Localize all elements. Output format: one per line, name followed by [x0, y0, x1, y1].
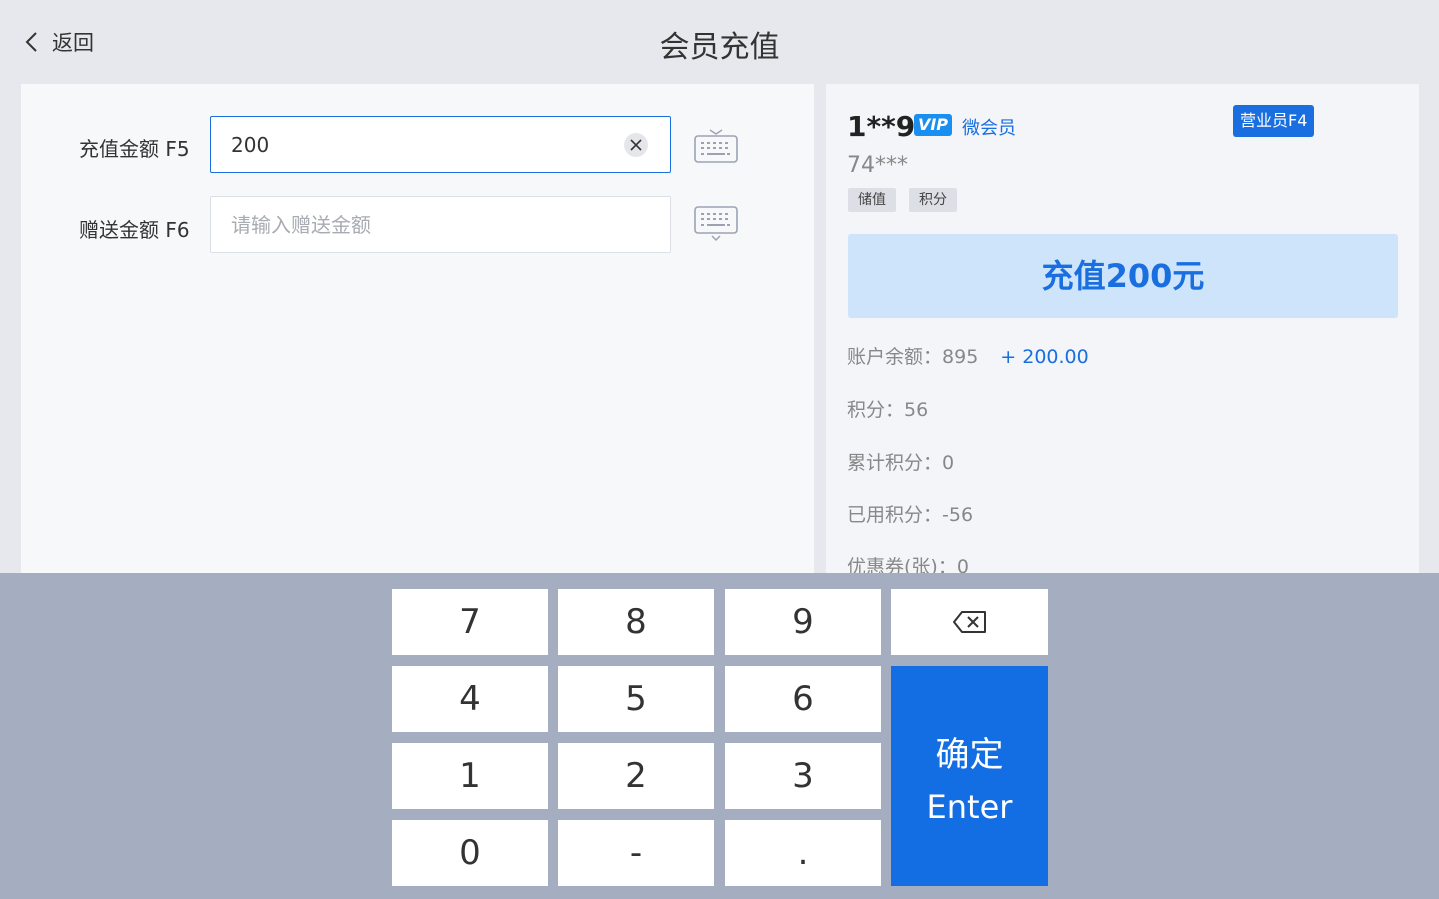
used-points-row: 已用积分：-56	[847, 500, 973, 527]
points-label: 积分：	[847, 399, 905, 421]
total-points-value: 0	[942, 452, 955, 474]
recharge-summary-banner: 充值200元	[848, 234, 1398, 318]
gift-amount-label: 赠送金额 F6	[79, 218, 190, 242]
keyboard-icon[interactable]	[694, 204, 738, 242]
key-dot[interactable]: .	[725, 820, 881, 886]
key-0[interactable]: 0	[392, 820, 548, 886]
gift-amount-input[interactable]	[211, 197, 651, 252]
close-icon	[630, 139, 642, 151]
page-title: 会员充值	[659, 30, 780, 65]
member-info-panel: 1**9 VIP 微会员 营业员F4 74*** 储值 积分 充值200元 账户…	[826, 84, 1419, 584]
balance-value: 895	[942, 346, 979, 368]
staff-button[interactable]: 营业员F4	[1233, 105, 1315, 137]
recharge-amount-label: 充值金额 F5	[79, 137, 190, 161]
balance-label: 账户余额：	[847, 346, 943, 368]
balance-increment: + 200.00	[1000, 346, 1089, 368]
vip-badge: VIP	[914, 114, 952, 136]
member-name: 1**9	[847, 110, 916, 143]
key-8[interactable]: 8	[558, 589, 714, 655]
points-row: 积分：56	[847, 395, 928, 422]
recharge-amount-input[interactable]	[211, 117, 651, 172]
key-3[interactable]: 3	[725, 743, 881, 809]
numeric-keypad: 7 8 9 4 5 6 1 2 3 0 - . 确定 Enter	[0, 573, 1439, 899]
used-points-value: -56	[942, 504, 974, 526]
clear-button[interactable]	[624, 133, 648, 157]
balance-row: 账户余额：895 + 200.00	[847, 342, 1089, 369]
member-phone: 74***	[847, 153, 908, 178]
key-2[interactable]: 2	[558, 743, 714, 809]
tag-stored-value: 储值	[848, 188, 896, 212]
backspace-icon	[952, 611, 986, 633]
recharge-amount-field[interactable]	[210, 116, 671, 173]
enter-button[interactable]: 确定 Enter	[891, 666, 1048, 886]
member-type: 微会员	[962, 118, 1016, 139]
backspace-button[interactable]	[891, 589, 1048, 655]
total-points-label: 累计积分：	[847, 452, 943, 474]
key-minus[interactable]: -	[558, 820, 714, 886]
key-1[interactable]: 1	[392, 743, 548, 809]
key-9[interactable]: 9	[725, 589, 881, 655]
enter-label-en: Enter	[926, 787, 1013, 826]
top-bar: 返回 会员充值	[0, 0, 1439, 84]
tag-points: 积分	[909, 188, 957, 212]
key-7[interactable]: 7	[392, 589, 548, 655]
used-points-label: 已用积分：	[847, 504, 943, 526]
gift-amount-field[interactable]	[210, 196, 671, 253]
key-5[interactable]: 5	[558, 666, 714, 732]
recharge-form-panel: 充值金额 F5 赠送金额 F6	[21, 84, 814, 584]
enter-label-cn: 确定	[935, 734, 1004, 775]
points-value: 56	[904, 399, 929, 421]
total-points-row: 累计积分：0	[847, 448, 954, 475]
key-4[interactable]: 4	[392, 666, 548, 732]
key-6[interactable]: 6	[725, 666, 881, 732]
keyboard-icon[interactable]	[694, 128, 738, 164]
